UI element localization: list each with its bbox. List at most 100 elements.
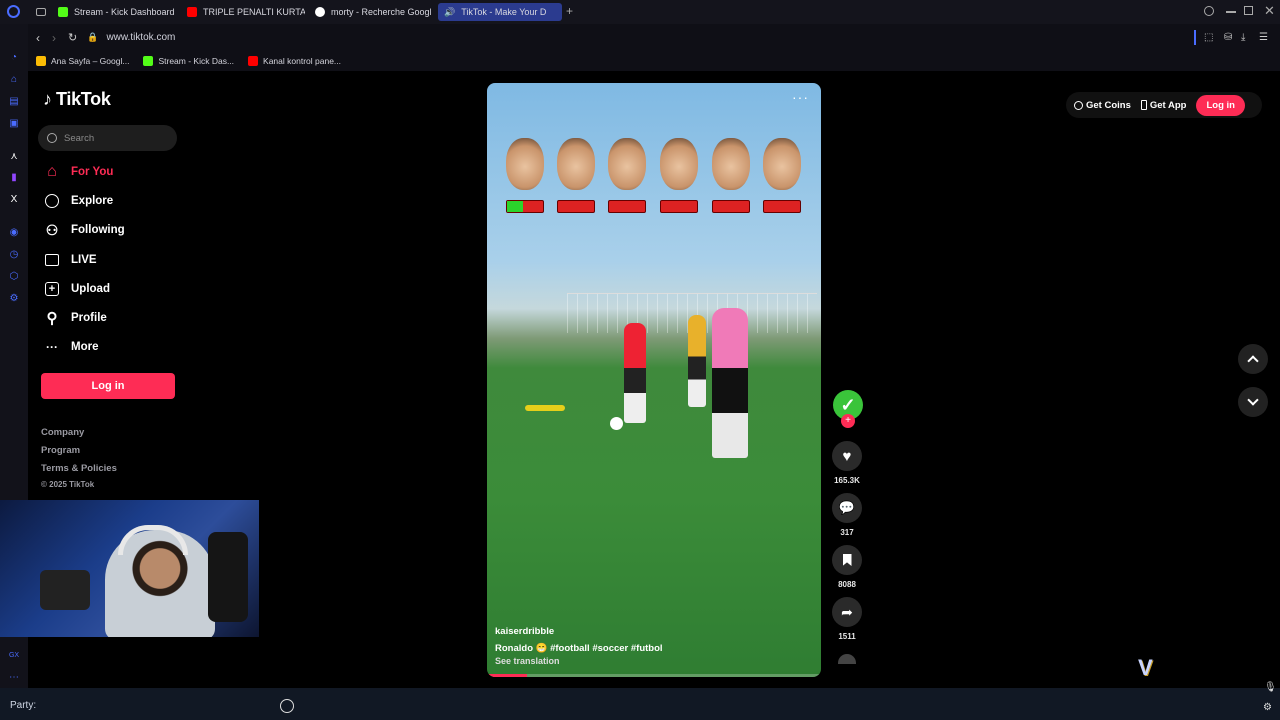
gx-icon[interactable]: GX [8, 650, 20, 662]
player-face-3 [608, 138, 646, 190]
video-player[interactable]: ··· kaiserdribble Ronaldo 😁 #football #s… [487, 83, 821, 677]
video-author[interactable]: kaiserdribble [495, 626, 554, 637]
snapshot-icon[interactable]: ⬚ [1204, 32, 1213, 43]
speed-dial-icon[interactable]: ◔ [8, 52, 20, 64]
next-video-button[interactable] [1238, 387, 1268, 417]
search-box[interactable]: Search [38, 125, 177, 151]
history-icon[interactable]: ◷ [8, 249, 20, 261]
search-icon [47, 133, 57, 143]
nav-for-you[interactable]: ⌂ For You [43, 163, 113, 181]
nav-live[interactable]: LIVE [43, 251, 97, 269]
tab-kick-dashboard[interactable]: Stream - Kick Dashboard [52, 3, 178, 21]
microphone-icon[interactable]: 🎙 [1264, 682, 1277, 693]
footer-terms-link[interactable]: Terms & Policies [41, 463, 117, 474]
close-window-icon[interactable]: ✕ [1264, 3, 1275, 19]
tab-tiktok[interactable]: 🔊 TikTok - Make Your D [438, 3, 562, 21]
health-bar-1 [506, 200, 544, 213]
easy-setup-icon[interactable]: ☰ [1259, 32, 1268, 43]
get-coins-button[interactable]: Get Coins [1074, 100, 1131, 111]
player-face-4 [660, 138, 698, 190]
chevron-down-icon [1247, 394, 1259, 406]
search-tabs-icon[interactable] [1204, 6, 1214, 16]
follow-plus-icon[interactable]: + [841, 414, 855, 428]
forward-icon[interactable]: › [52, 31, 56, 45]
twitch-icon[interactable]: ▮ [8, 172, 20, 184]
sidebar-login-button[interactable]: Log in [41, 373, 175, 399]
nav-label: For You [71, 166, 114, 178]
mail-icon[interactable]: ▣ [8, 118, 20, 130]
speaker-icon[interactable]: 🔊 [444, 7, 455, 18]
extensions-icon[interactable]: ⬡ [8, 271, 20, 283]
nav-label: Upload [71, 283, 110, 295]
share-count: 1511 [838, 632, 856, 641]
cones [525, 405, 565, 411]
previous-video-button[interactable] [1238, 344, 1268, 374]
header-login-button[interactable]: Log in [1196, 94, 1245, 116]
get-app-button[interactable]: Get App [1140, 100, 1186, 111]
messenger-icon[interactable]: ▤ [8, 96, 20, 108]
share-button[interactable]: ➦ [832, 597, 862, 627]
kick-favicon-icon [58, 7, 68, 17]
download-icon[interactable]: ⤓ [1241, 32, 1245, 43]
player-icon[interactable]: ◉ [8, 227, 20, 239]
health-bar-6 [763, 200, 801, 213]
back-icon[interactable]: ‹ [36, 31, 40, 45]
settings-gear-icon[interactable]: ⚙ [1263, 702, 1272, 713]
top-right-actions: Get Coins Get App Log in [1066, 92, 1262, 118]
youtube-favicon-icon [187, 7, 197, 17]
bookmark-google[interactable]: Ana Sayfa – Googl... [36, 56, 129, 66]
bookmark-kick[interactable]: Stream - Kick Das... [143, 56, 234, 66]
footer-copyright: © 2025 TikTok [41, 480, 95, 489]
nav-profile[interactable]: ⚲ Profile [43, 309, 107, 327]
restore-icon[interactable] [1244, 6, 1253, 15]
nav-label: Profile [71, 312, 107, 324]
more-icon: ··· [46, 340, 58, 354]
new-tab-button[interactable]: + [566, 4, 573, 18]
comment-icon: 💬 [838, 500, 856, 515]
tab-label: TikTok - Make Your D [461, 7, 547, 17]
opera-logo-icon[interactable] [7, 5, 20, 18]
footer-company-link[interactable]: Company [41, 427, 84, 438]
x-icon[interactable]: X [8, 194, 20, 206]
nav-upload[interactable]: + Upload [43, 280, 110, 298]
nav-following[interactable]: ⚇ Following [43, 221, 125, 239]
url-field[interactable]: www.tiktok.com [106, 32, 175, 43]
lock-icon: 🔒 [87, 32, 99, 42]
video-progress-track[interactable] [487, 674, 821, 677]
music-disc-icon[interactable] [838, 654, 856, 664]
nav-explore[interactable]: Explore [43, 192, 113, 210]
comment-button[interactable]: 💬 [832, 493, 862, 523]
tab-youtube-penalti[interactable]: TRIPLE PENALTI KURTAR [181, 3, 305, 21]
reload-icon[interactable]: ↻ [68, 31, 77, 44]
nav-label: Following [71, 224, 125, 236]
like-button[interactable]: ♥ [832, 441, 862, 471]
health-bar-2 [557, 200, 595, 213]
wallet-icon[interactable]: ⛁ [1224, 32, 1232, 43]
see-translation-link[interactable]: See translation [495, 656, 560, 666]
footer-program-link[interactable]: Program [41, 445, 80, 456]
webcam-overlay [0, 500, 259, 637]
player-red [624, 323, 646, 423]
tab-google-search[interactable]: morty - Recherche Googl [309, 3, 433, 21]
bookmark-button[interactable] [832, 545, 862, 575]
video-menu-icon[interactable]: ··· [792, 89, 809, 105]
youtube-favicon-icon [248, 56, 259, 66]
bookmarks-bar: Ana Sayfa – Googl... Stream - Kick Das..… [28, 51, 1280, 71]
ai-icon[interactable]: ⌂ [8, 74, 20, 86]
nav-more[interactable]: ··· More [43, 338, 98, 356]
rail-more-icon[interactable]: ⋯ [8, 672, 20, 684]
webcam-microphone [40, 570, 90, 610]
player-face-6 [763, 138, 801, 190]
comment-count: 317 [840, 528, 854, 537]
player-pink [712, 308, 748, 458]
tiktok-logo[interactable]: ♪ TikTok [43, 89, 111, 110]
spiral-icon [280, 699, 294, 713]
minimize-icon[interactable] [1226, 11, 1236, 13]
settings-icon[interactable]: ⚙ [8, 293, 20, 305]
tab-overview-icon[interactable] [36, 8, 46, 16]
kick-sidebar-icon[interactable]: ⋏ [8, 151, 20, 163]
player-face-1 [506, 138, 544, 190]
bookmark-youtube-studio[interactable]: Kanal kontrol pane... [248, 56, 341, 66]
bookmark-label: Ana Sayfa – Googl... [51, 56, 130, 66]
health-bar-5 [712, 200, 750, 213]
